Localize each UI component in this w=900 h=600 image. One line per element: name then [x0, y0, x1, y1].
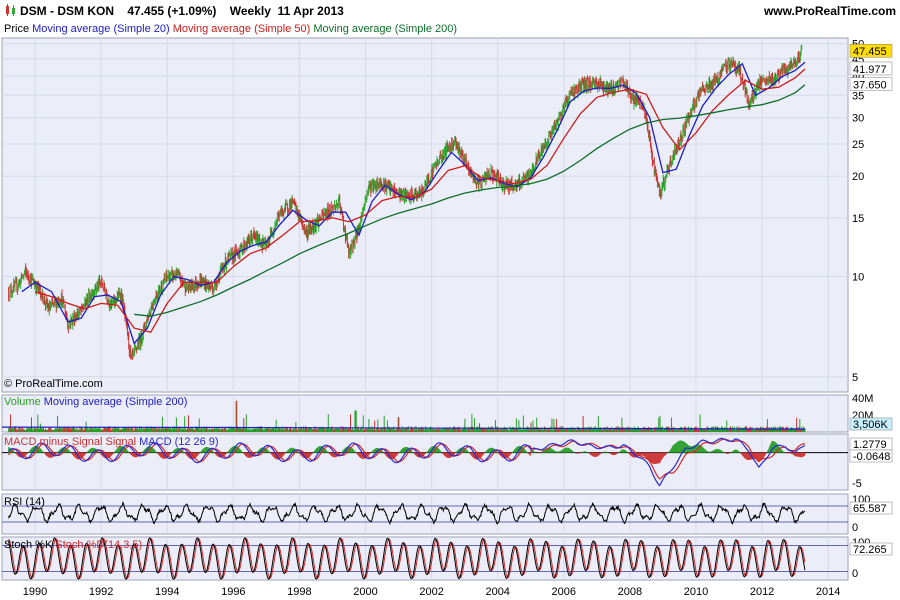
x-tick-label: 2004 [485, 586, 509, 598]
legend-entry: Moving average (Simple 200) [41, 396, 188, 408]
x-tick-label: 2006 [552, 586, 576, 598]
y-tick-label: 0 [852, 522, 858, 534]
copyright-text: © ProRealTime.com [4, 378, 103, 390]
legend-entry: Moving average (Simple 200) [310, 23, 457, 35]
x-tick-label: 1992 [89, 586, 113, 598]
stoch-legend: Stoch %K Stoch %D(14,3,5) [4, 539, 142, 551]
y-tick-label: 25 [852, 139, 864, 151]
x-tick-label: 2000 [353, 586, 377, 598]
legend-entry: Price [4, 23, 29, 35]
y-tick-label: -5 [852, 478, 862, 490]
x-tick-label: 1998 [287, 586, 311, 598]
price-legend: Price Moving average (Simple 20) Moving … [4, 23, 457, 35]
y-tick-label: 15 [852, 213, 864, 225]
macd-legend: MACD minus Signal Signal MACD (12 26 9) [4, 436, 219, 448]
legend-entry: Moving average (Simple 20) [29, 23, 170, 35]
legend-entry: Volume [4, 396, 41, 408]
x-tick-label: 2002 [419, 586, 443, 598]
y-tick-label: 20 [852, 171, 864, 183]
macd-hist-value-tag: -0.0648 [853, 451, 890, 463]
y-tick-label: 5 [852, 372, 858, 384]
legend-entry: MACD (12 26 9) [136, 436, 219, 448]
y-tick-label: 0 [852, 568, 858, 580]
x-tick-label: 2010 [684, 586, 708, 598]
rsi-legend: RSI (14) [4, 496, 45, 508]
macd-value-tag: 1.2779 [853, 439, 887, 451]
x-tick-label: 1990 [23, 586, 47, 598]
y-tick-label: 40M [852, 393, 873, 405]
x-tick-label: 2008 [618, 586, 642, 598]
chart-canvas[interactable]: 1990 1992 1994 1996 1998 2000 2002 2004 2006 2008… [0, 0, 900, 600]
y-tick-label: 10 [852, 271, 864, 283]
rsi-panel-bg [1, 493, 849, 535]
ma50-value-tag: 41.977 [853, 64, 887, 76]
price-value-tag: 47.455 [853, 46, 887, 58]
ma200-value-tag: 37.650 [853, 80, 887, 92]
legend-entry: Moving average (Simple 50) [170, 23, 311, 35]
volume-legend: Volume Moving average (Simple 200) [4, 396, 187, 408]
legend-entry: MACD minus Signal [4, 436, 102, 448]
y-tick-label: 35 [852, 90, 864, 102]
legend-entry: Signal [102, 436, 136, 448]
x-tick-label: 1994 [155, 586, 179, 598]
x-tick-label: 2012 [750, 586, 774, 598]
y-tick-label: 30 [852, 113, 864, 125]
x-tick-label: 1996 [221, 586, 245, 598]
x-tick-label: 2014 [816, 586, 840, 598]
legend-entry: Stoch %K [4, 539, 53, 551]
stoch-value-tag: 72.265 [853, 544, 887, 556]
rsi-value-tag: 65.587 [853, 503, 887, 515]
volume-value-tag: 3,506K [853, 419, 889, 431]
legend-entry: Stoch %D(14,3,5) [52, 539, 142, 551]
